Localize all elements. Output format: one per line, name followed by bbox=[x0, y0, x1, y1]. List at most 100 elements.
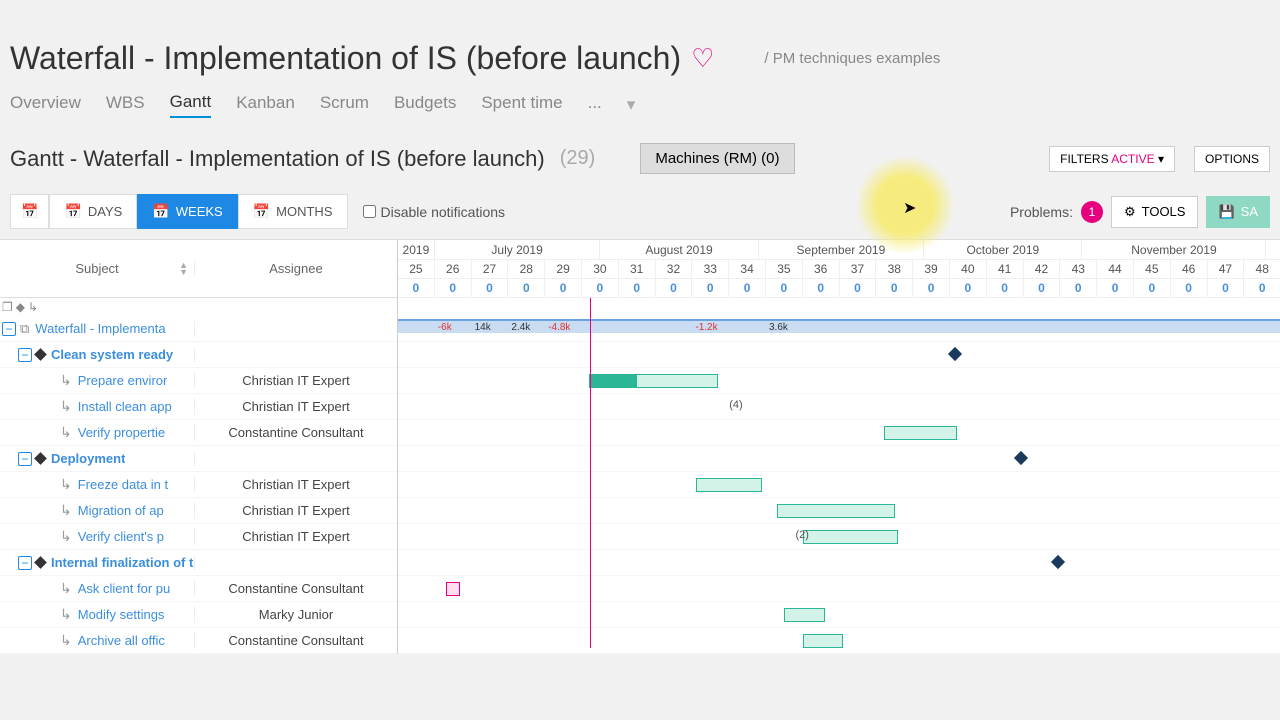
child-arrow-icon: ↳ bbox=[60, 502, 72, 519]
gantt-bar[interactable] bbox=[784, 608, 824, 622]
filters-button[interactable]: FILTERS ACTIVE ▾ bbox=[1049, 146, 1175, 172]
timeline-row[interactable] bbox=[398, 498, 1280, 524]
gantt-bar[interactable] bbox=[696, 478, 762, 492]
gantt-bar[interactable] bbox=[884, 426, 958, 440]
gantt-bar[interactable] bbox=[777, 504, 895, 518]
task-link[interactable]: Install clean app bbox=[78, 399, 172, 414]
column-assignee[interactable]: Assignee bbox=[195, 261, 397, 276]
collapse-toggle[interactable]: − bbox=[18, 348, 32, 362]
task-link[interactable]: Archive all offic bbox=[78, 633, 165, 648]
machines-button[interactable]: Machines (RM) (0) bbox=[640, 143, 794, 174]
scale-weeks-button[interactable]: 📅WEEKS bbox=[137, 194, 237, 229]
tab-kanban[interactable]: Kanban bbox=[236, 93, 295, 117]
tab-gantt[interactable]: Gantt bbox=[170, 92, 212, 118]
save-button[interactable]: 💾SA bbox=[1206, 196, 1270, 228]
task-link[interactable]: Waterfall - Implementa bbox=[35, 321, 165, 336]
table-row: − Deployment bbox=[0, 446, 397, 472]
tab-wbs[interactable]: WBS bbox=[106, 93, 145, 117]
tab-overview[interactable]: Overview bbox=[10, 93, 81, 117]
task-link[interactable]: Verify client's p bbox=[78, 529, 164, 544]
task-link[interactable]: Clean system ready bbox=[51, 347, 173, 362]
timeline-row[interactable] bbox=[398, 576, 1280, 602]
summary-value: 14k bbox=[475, 322, 491, 333]
timeline-row[interactable]: (2) bbox=[398, 524, 1280, 550]
task-link[interactable]: Prepare enviror bbox=[78, 373, 168, 388]
load-cell: 0 bbox=[876, 279, 913, 297]
load-cell: 0 bbox=[766, 279, 803, 297]
favorite-icon[interactable]: ♡ bbox=[691, 43, 714, 74]
month-header: August 2019 bbox=[600, 240, 758, 259]
month-header: September 2019 bbox=[759, 240, 925, 259]
chevron-down-icon[interactable]: ▾ bbox=[627, 95, 636, 115]
task-link[interactable]: Freeze data in t bbox=[78, 477, 168, 492]
task-link[interactable]: Deployment bbox=[51, 451, 125, 466]
milestone-icon bbox=[34, 348, 47, 361]
load-cell: 0 bbox=[729, 279, 766, 297]
collapse-toggle[interactable]: − bbox=[2, 322, 16, 336]
task-link[interactable]: Verify propertie bbox=[78, 425, 165, 440]
collapse-toggle[interactable]: − bbox=[18, 556, 32, 570]
tools-button[interactable]: ⚙TOOLS bbox=[1111, 196, 1199, 228]
scale-months-button[interactable]: 📅MONTHS bbox=[238, 194, 348, 229]
disable-notifications-checkbox[interactable]: Disable notifications bbox=[363, 204, 506, 220]
tab-...[interactable]: ... bbox=[588, 93, 602, 117]
month-header: July 2019 bbox=[435, 240, 601, 259]
table-row: ↳Archive all officConstantine Consultant bbox=[0, 628, 397, 654]
timeline-row[interactable] bbox=[398, 472, 1280, 498]
milestone-marker[interactable] bbox=[1051, 555, 1065, 569]
summary-value: -6k bbox=[438, 322, 452, 333]
tab-spent time[interactable]: Spent time bbox=[481, 93, 562, 117]
load-cell: 0 bbox=[1060, 279, 1097, 297]
gantt-bar[interactable] bbox=[803, 530, 899, 544]
breadcrumb[interactable]: / PM techniques examples bbox=[764, 50, 940, 67]
scale-days-button[interactable]: 📅DAYS bbox=[49, 194, 137, 229]
timeline-row[interactable] bbox=[398, 602, 1280, 628]
milestone-icon bbox=[34, 556, 47, 569]
column-subject[interactable]: Subject ▲▼ bbox=[0, 261, 195, 276]
tag-icon[interactable]: ◆ bbox=[16, 300, 25, 314]
week-header: 27 bbox=[472, 260, 509, 278]
load-cell: 0 bbox=[1097, 279, 1134, 297]
sort-icon[interactable]: ▲▼ bbox=[179, 262, 188, 276]
copy-icon[interactable]: ⧉ bbox=[20, 321, 29, 337]
week-header: 48 bbox=[1244, 260, 1280, 278]
task-assignee: Christian IT Expert bbox=[195, 529, 397, 544]
week-header: 38 bbox=[876, 260, 913, 278]
timeline-row[interactable] bbox=[398, 446, 1280, 472]
load-cell: 0 bbox=[692, 279, 729, 297]
child-arrow-icon: ↳ bbox=[60, 398, 72, 415]
timeline-row[interactable] bbox=[398, 342, 1280, 368]
task-link[interactable]: Modify settings bbox=[78, 607, 165, 622]
task-link[interactable]: Internal finalization of the project bbox=[51, 555, 194, 570]
gantt-subtitle: Gantt - Waterfall - Implementation of IS… bbox=[10, 146, 545, 172]
gantt-bar[interactable] bbox=[803, 634, 843, 648]
week-header: 32 bbox=[656, 260, 693, 278]
timeline-row[interactable] bbox=[398, 550, 1280, 576]
timeline-row[interactable]: (4) bbox=[398, 394, 1280, 420]
collapse-toggle[interactable]: − bbox=[18, 452, 32, 466]
task-link[interactable]: Ask client for pu bbox=[78, 581, 171, 596]
week-header: 41 bbox=[987, 260, 1024, 278]
arrow-icon[interactable]: ↳ bbox=[28, 300, 38, 314]
summary-value: -1.2k bbox=[695, 322, 717, 333]
gantt-bar-alert[interactable] bbox=[446, 582, 460, 596]
timeline-row[interactable] bbox=[398, 420, 1280, 446]
calendar-button[interactable]: 📅 bbox=[10, 194, 49, 229]
problems-badge[interactable]: 1 bbox=[1081, 201, 1103, 223]
tab-budgets[interactable]: Budgets bbox=[394, 93, 456, 117]
tab-scrum[interactable]: Scrum bbox=[320, 93, 369, 117]
milestone-marker[interactable] bbox=[948, 347, 962, 361]
timeline-row[interactable] bbox=[398, 368, 1280, 394]
summary-value: 3.6k bbox=[769, 322, 788, 333]
folder-icon[interactable]: ❐ bbox=[2, 300, 13, 314]
task-link[interactable]: Migration of ap bbox=[78, 503, 164, 518]
timeline-row[interactable] bbox=[398, 628, 1280, 654]
load-cell: 0 bbox=[656, 279, 693, 297]
options-button[interactable]: OPTIONS bbox=[1194, 146, 1270, 172]
timeline-row[interactable]: -6k14k2.4k-4.8k-1.2k3.6k bbox=[398, 316, 1280, 342]
milestone-marker[interactable] bbox=[1014, 451, 1028, 465]
problems-label: Problems: bbox=[1010, 204, 1073, 220]
load-cell: 0 bbox=[545, 279, 582, 297]
week-header: 35 bbox=[766, 260, 803, 278]
page-title: Waterfall - Implementation of IS (before… bbox=[10, 40, 681, 77]
